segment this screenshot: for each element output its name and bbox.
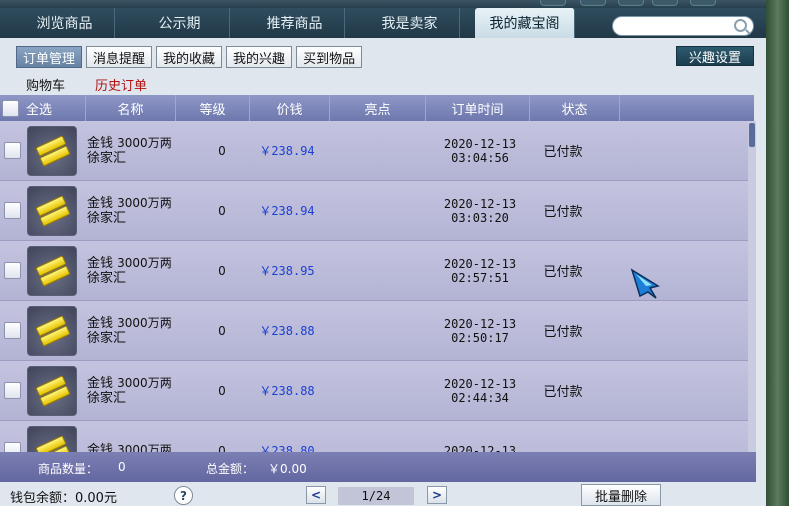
row-checkbox[interactable]	[3, 382, 21, 399]
column-level[interactable]: 等级	[176, 95, 250, 121]
search-icon[interactable]	[734, 19, 747, 32]
order-time: 2020-12-13	[443, 443, 517, 453]
order-time: 2020-12-13 03:03:20	[443, 196, 517, 225]
gold-ingot-icon	[27, 245, 77, 296]
order-time: 2020-12-13 02:44:34	[443, 376, 517, 405]
total-amount-label: 总金额：	[206, 462, 255, 476]
row-checkbox[interactable]	[3, 142, 21, 159]
column-name[interactable]: 名称	[86, 95, 176, 121]
summary-bar: 商品数量： 0 总金额： ￥0.00	[0, 452, 756, 482]
item-name: 金钱 3000万两	[87, 443, 172, 452]
tab-favorites[interactable]: 我的收藏	[156, 46, 223, 68]
cart-icon[interactable]	[690, 0, 716, 6]
search-input[interactable]	[612, 16, 754, 36]
column-status[interactable]: 状态	[530, 95, 620, 121]
item-level: 0	[218, 203, 226, 218]
order-sub-tabs: 购物车 历史订单	[26, 75, 147, 94]
order-time: 2020-12-13 03:04:56	[443, 136, 517, 165]
item-name: 金钱 3000万两 徐家汇	[87, 255, 172, 286]
tab-order-management[interactable]: 订单管理	[16, 46, 83, 68]
tab-browse[interactable]: 浏览商品	[15, 8, 115, 38]
table-row[interactable]: 金钱 3000万两 徐家汇 0 ￥238.88 2020-12-13 02:44:3…	[0, 361, 748, 421]
order-time: 2020-12-13 02:57:51	[443, 256, 517, 285]
prev-page-button[interactable]: <	[306, 486, 326, 504]
list-scrollbar[interactable]	[748, 121, 756, 452]
item-name: 金钱 3000万两 徐家汇	[87, 375, 172, 406]
cursor-icon	[630, 268, 660, 299]
tab-seller[interactable]: 我是卖家	[360, 8, 460, 38]
item-price: ￥238.94	[259, 144, 315, 158]
gold-ingot-icon	[27, 365, 77, 416]
column-highlight[interactable]: 亮点	[330, 95, 426, 121]
tab-my-treasure[interactable]: 我的藏宝阁	[475, 8, 575, 38]
table-row[interactable]: 金钱 3000万两 徐家汇 0 ￥238.88 2020-12-13 02:50:1…	[0, 301, 748, 361]
page-indicator: 1/24	[338, 487, 414, 505]
order-status: 已付款	[543, 385, 583, 400]
tab-public[interactable]: 公示期	[130, 8, 230, 38]
select-all-label: 全选	[26, 102, 53, 118]
item-price: ￥238.94	[259, 204, 315, 218]
item-count-value: 0	[118, 460, 126, 474]
tab-interests[interactable]: 我的兴趣	[226, 46, 293, 68]
select-all-checkbox[interactable]	[2, 99, 19, 117]
select-all-header[interactable]: 全选	[0, 95, 86, 121]
item-price: ￥238.88	[259, 324, 315, 338]
wallet-balance: 钱包余额：0.00元	[10, 491, 117, 506]
order-status: 已付款	[543, 205, 583, 220]
scrollbar-thumb[interactable]	[749, 123, 755, 147]
gold-ingot-icon	[27, 125, 77, 176]
item-level: 0	[218, 143, 226, 158]
table-row[interactable]: 金钱 3000万两 徐家汇 0 ￥238.94 2020-12-13 03:04:5…	[0, 121, 748, 181]
next-page-button[interactable]: >	[427, 486, 447, 504]
table-row[interactable]: 金钱 3000万两 徐家汇 0 ￥238.94 2020-12-13 03:03:2…	[0, 181, 748, 241]
row-checkbox[interactable]	[3, 322, 21, 339]
toolbar-icon-button[interactable]	[618, 0, 644, 6]
row-checkbox[interactable]	[3, 442, 21, 452]
column-price[interactable]: 价钱	[250, 95, 330, 121]
item-name: 金钱 3000万两 徐家汇	[87, 315, 172, 346]
item-price: ￥238.95	[259, 264, 315, 278]
gold-ingot-icon	[27, 305, 77, 356]
item-name: 金钱 3000万两 徐家汇	[87, 195, 172, 226]
row-checkbox[interactable]	[3, 262, 21, 279]
item-price: ￥238.88	[259, 384, 315, 398]
item-level: 0	[218, 323, 226, 338]
game-background-edge	[766, 0, 789, 506]
help-icon[interactable]: ?	[174, 486, 193, 505]
tab-purchased[interactable]: 买到物品	[296, 46, 363, 68]
gold-ingot-icon	[27, 425, 77, 452]
interest-settings-button[interactable]: 兴趣设置	[676, 46, 754, 66]
toolbar-icon-button[interactable]	[580, 0, 606, 6]
table-row[interactable]: 金钱 3000万两 0 ￥238.80 2020-12-13	[0, 421, 748, 452]
table-header: 全选 名称 等级 价钱 亮点 订单时间 状态	[0, 95, 754, 121]
item-level: 0	[218, 263, 226, 278]
tab-cart[interactable]: 购物车	[26, 75, 65, 94]
order-time: 2020-12-13 02:50:17	[443, 316, 517, 345]
tab-history-orders[interactable]: 历史订单	[95, 75, 147, 94]
item-count-label: 商品数量：	[38, 462, 99, 476]
item-level: 0	[218, 443, 226, 453]
row-checkbox[interactable]	[3, 202, 21, 219]
column-order-time[interactable]: 订单时间	[426, 95, 530, 121]
bottom-bar: 钱包余额：0.00元 ? < 1/24 > 批量删除	[0, 482, 766, 506]
batch-delete-button[interactable]: 批量删除	[581, 484, 661, 506]
order-status: 已付款	[543, 265, 583, 280]
toolbar-icon-button[interactable]	[652, 0, 678, 6]
total-amount-value: ￥0.00	[268, 462, 307, 476]
item-level: 0	[218, 383, 226, 398]
game-top-bar	[0, 0, 789, 8]
tab-messages[interactable]: 消息提醒	[86, 46, 153, 68]
order-status: 已付款	[543, 145, 583, 160]
item-price: ￥238.80	[259, 444, 315, 452]
toolbar-icon-button[interactable]	[540, 0, 566, 6]
tab-recommended[interactable]: 推荐商品	[245, 8, 345, 38]
sub-tabs: 订单管理 消息提醒 我的收藏 我的兴趣 买到物品	[16, 46, 363, 68]
item-name: 金钱 3000万两 徐家汇	[87, 135, 172, 166]
order-status: 已付款	[543, 325, 583, 340]
gold-ingot-icon	[27, 185, 77, 236]
